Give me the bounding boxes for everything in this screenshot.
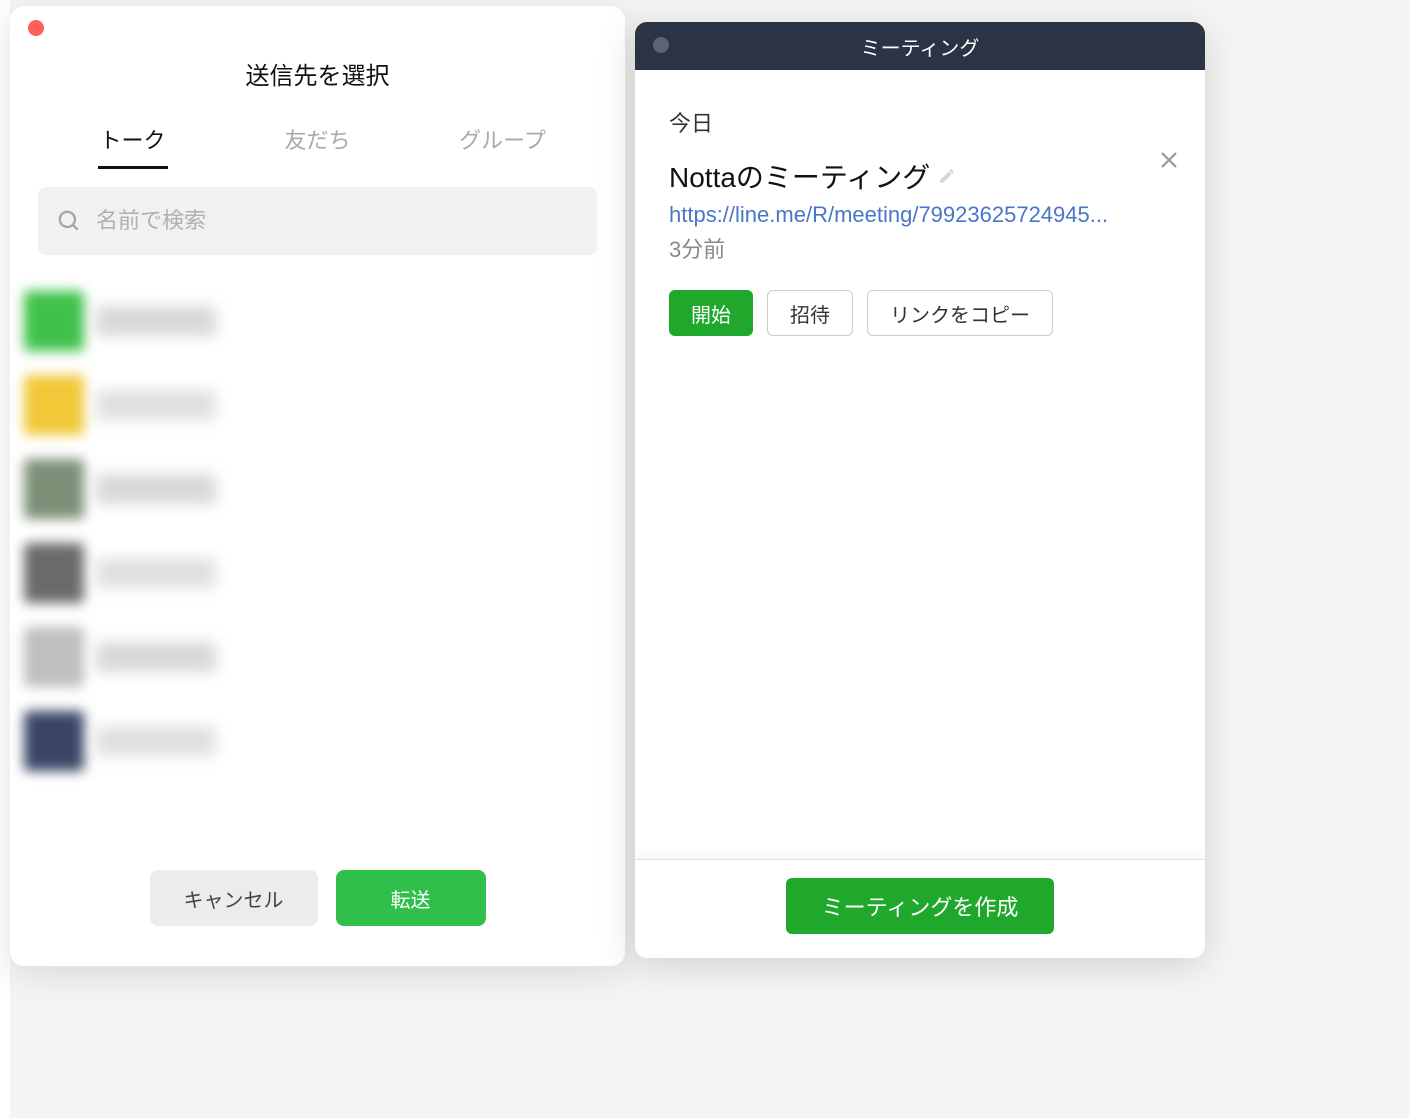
list-item[interactable] (10, 699, 625, 783)
window-control-dot[interactable] (653, 37, 669, 53)
meeting-window-header: ミーティング (635, 22, 1205, 70)
send-button[interactable]: 転送 (336, 870, 486, 926)
meeting-window-title: ミーティング (635, 32, 1205, 61)
select-recipient-dialog: 送信先を選択 トーク 友だち グループ (10, 6, 625, 966)
tab-talk[interactable]: トーク (40, 123, 225, 169)
dialog-title: 送信先を選択 (10, 56, 625, 91)
edit-icon[interactable] (938, 167, 956, 185)
invite-button[interactable]: 招待 (767, 290, 853, 336)
meeting-title: Nottaのミーティング (669, 156, 930, 196)
contact-name-blurred (96, 558, 216, 588)
avatar (24, 291, 84, 351)
background-window-edge (0, 0, 10, 1118)
contact-name-blurred (96, 306, 216, 336)
meeting-link[interactable]: https://line.me/R/meeting/79923625724945… (669, 202, 1171, 228)
list-item[interactable] (10, 531, 625, 615)
tab-group[interactable]: グループ (410, 123, 595, 169)
contact-name-blurred (96, 642, 216, 672)
list-item[interactable] (10, 279, 625, 363)
start-meeting-button[interactable]: 開始 (669, 290, 753, 336)
meeting-body: 今日 Nottaのミーティング https://line.me/R/meetin… (635, 70, 1205, 859)
contact-list[interactable] (10, 271, 625, 848)
meeting-window: ミーティング 今日 Nottaのミーティング https://line.me/R… (635, 22, 1205, 958)
search-field[interactable] (38, 187, 597, 255)
meeting-title-row: Nottaのミーティング (669, 156, 1171, 196)
contact-name-blurred (96, 726, 216, 756)
avatar (24, 711, 84, 771)
search-wrapper (10, 169, 625, 271)
contact-name-blurred (96, 474, 216, 504)
copy-link-button[interactable]: リンクをコピー (867, 290, 1053, 336)
create-meeting-button[interactable]: ミーティングを作成 (786, 878, 1055, 934)
close-icon[interactable] (1157, 148, 1181, 172)
search-icon (56, 208, 82, 234)
meeting-timestamp: 3分前 (669, 232, 1171, 264)
dialog-footer: キャンセル 転送 (10, 848, 625, 966)
date-label: 今日 (669, 106, 1171, 138)
list-item[interactable] (10, 363, 625, 447)
recipient-tabs: トーク 友だち グループ (10, 97, 625, 169)
contact-name-blurred (96, 390, 216, 420)
tab-friends[interactable]: 友だち (225, 123, 410, 169)
meeting-footer: ミーティングを作成 (635, 859, 1205, 958)
avatar (24, 375, 84, 435)
dialog-topbar (10, 6, 625, 44)
avatar (24, 543, 84, 603)
search-input[interactable] (96, 208, 579, 234)
close-window-button[interactable] (28, 20, 44, 36)
cancel-button[interactable]: キャンセル (150, 870, 318, 926)
avatar (24, 459, 84, 519)
meeting-action-row: 開始 招待 リンクをコピー (669, 290, 1171, 336)
list-item[interactable] (10, 615, 625, 699)
avatar (24, 627, 84, 687)
list-item[interactable] (10, 447, 625, 531)
